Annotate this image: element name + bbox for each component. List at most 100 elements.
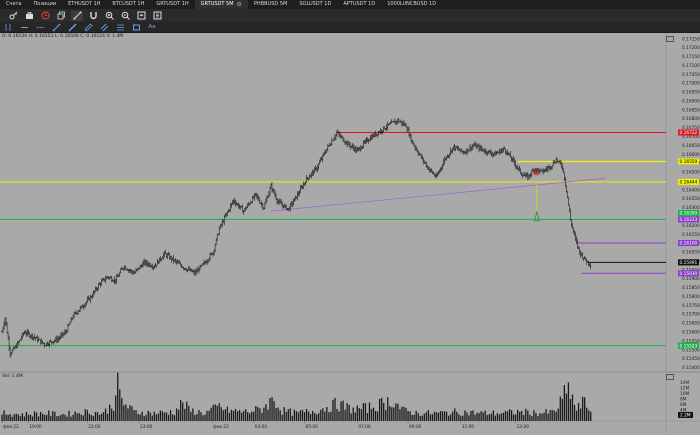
volume-bar[interactable] bbox=[84, 409, 86, 421]
volume-bar[interactable] bbox=[11, 416, 13, 421]
volume-bar[interactable] bbox=[496, 413, 499, 421]
volume-bar[interactable] bbox=[494, 415, 496, 421]
volume-bar[interactable] bbox=[519, 411, 521, 421]
volume-bar[interactable] bbox=[393, 407, 395, 421]
volume-bar[interactable] bbox=[571, 394, 574, 421]
volume-bar[interactable] bbox=[291, 415, 293, 421]
volume-bar[interactable] bbox=[275, 407, 277, 421]
volume-bar[interactable] bbox=[512, 414, 515, 421]
screenshot-button[interactable] bbox=[135, 11, 147, 21]
volume-bar[interactable] bbox=[399, 409, 401, 421]
line-tool-button[interactable] bbox=[71, 10, 83, 21]
volume-bar[interactable] bbox=[206, 410, 208, 421]
volume-bar[interactable] bbox=[498, 414, 501, 421]
volume-bar[interactable] bbox=[143, 416, 145, 421]
volume-bar[interactable] bbox=[289, 408, 291, 421]
volume-bar[interactable] bbox=[214, 404, 216, 421]
volume-bar[interactable] bbox=[64, 414, 66, 421]
volume-bar[interactable] bbox=[251, 411, 253, 421]
maximize-volume-pane-button[interactable] bbox=[666, 374, 674, 380]
volume-bar[interactable] bbox=[190, 411, 192, 421]
volume-bar[interactable] bbox=[425, 412, 427, 421]
volume-bar[interactable] bbox=[439, 411, 442, 421]
volume-bar[interactable] bbox=[139, 414, 141, 421]
volume-bar[interactable] bbox=[500, 413, 503, 421]
volume-bar[interactable] bbox=[121, 398, 123, 421]
volume-bar[interactable] bbox=[234, 408, 237, 421]
volume-bar[interactable] bbox=[525, 408, 527, 421]
volume-bar[interactable] bbox=[281, 414, 283, 421]
volume-bar[interactable] bbox=[271, 397, 273, 421]
channel-button[interactable] bbox=[98, 22, 110, 32]
volume-bar[interactable] bbox=[437, 412, 440, 421]
volume-bar[interactable] bbox=[584, 397, 586, 421]
volume-bar[interactable] bbox=[309, 413, 312, 421]
volume-bar[interactable] bbox=[423, 413, 425, 421]
volume-bar[interactable] bbox=[454, 408, 456, 421]
tab-счета[interactable]: Счета bbox=[0, 0, 28, 9]
volume-bar[interactable] bbox=[590, 411, 592, 421]
volume-bar[interactable] bbox=[133, 410, 135, 421]
volume-bar[interactable] bbox=[76, 413, 78, 421]
volume-bar[interactable] bbox=[163, 412, 166, 421]
volume-bar[interactable] bbox=[551, 409, 553, 421]
volume-bar[interactable] bbox=[48, 410, 50, 421]
volume-bar[interactable] bbox=[127, 408, 129, 421]
volume-bar[interactable] bbox=[102, 412, 105, 421]
volume-bar[interactable] bbox=[52, 411, 54, 421]
volume-bar[interactable] bbox=[346, 403, 348, 421]
volume-bar[interactable] bbox=[581, 396, 584, 421]
volume-bar[interactable] bbox=[445, 411, 448, 421]
volume-bar[interactable] bbox=[376, 411, 379, 421]
volume-bar[interactable] bbox=[78, 413, 80, 421]
volume-bar[interactable] bbox=[113, 410, 115, 421]
volume-bar[interactable] bbox=[324, 411, 326, 421]
volume-bar[interactable] bbox=[464, 410, 466, 421]
volume-bar[interactable] bbox=[115, 395, 117, 421]
volume-bar[interactable] bbox=[153, 411, 155, 421]
volume-bar[interactable] bbox=[86, 409, 88, 421]
maximize-price-pane-button[interactable] bbox=[666, 36, 674, 42]
volume-bar[interactable] bbox=[502, 412, 505, 421]
volume-bar[interactable] bbox=[273, 401, 275, 421]
volume-bar[interactable] bbox=[108, 404, 111, 421]
volume-bar[interactable] bbox=[42, 413, 44, 421]
volume-bar[interactable] bbox=[559, 396, 561, 421]
volume-bar[interactable] bbox=[569, 399, 572, 421]
volume-bar[interactable] bbox=[253, 411, 255, 421]
volume-bar[interactable] bbox=[159, 410, 162, 421]
volume-bar[interactable] bbox=[238, 410, 241, 421]
volume-bar[interactable] bbox=[46, 414, 48, 421]
volume-bar[interactable] bbox=[488, 414, 490, 421]
volume-bar[interactable] bbox=[405, 407, 407, 421]
volume-bar[interactable] bbox=[104, 408, 107, 421]
chart-canvas[interactable]: 0.17250 0.17200 0.17150 0.17100 0.17050 0.170… bbox=[0, 33, 700, 435]
volume-bar[interactable] bbox=[320, 409, 322, 421]
volume-bar[interactable] bbox=[70, 416, 72, 421]
chart-area[interactable]: 0.17250 0.17200 0.17150 0.17100 0.17050 0.170… bbox=[0, 33, 700, 435]
volume-bar[interactable] bbox=[111, 408, 113, 421]
volume-bar[interactable] bbox=[370, 409, 373, 421]
volume-bar[interactable] bbox=[397, 403, 399, 421]
volume-bar[interactable] bbox=[210, 407, 212, 421]
volume-bar[interactable] bbox=[228, 412, 231, 421]
volume-bar[interactable] bbox=[504, 410, 507, 421]
volume-bar[interactable] bbox=[368, 402, 371, 421]
pencil-button[interactable] bbox=[82, 22, 94, 32]
volume-bar[interactable] bbox=[145, 414, 147, 421]
key-button[interactable] bbox=[7, 11, 19, 21]
volume-bar[interactable] bbox=[242, 411, 245, 421]
volume-bar[interactable] bbox=[472, 410, 474, 421]
volume-bar[interactable] bbox=[450, 414, 452, 421]
volume-bar[interactable] bbox=[295, 411, 298, 421]
volume-bar[interactable] bbox=[401, 406, 403, 421]
volume-bar[interactable] bbox=[178, 409, 180, 421]
volume-bar[interactable] bbox=[387, 397, 389, 421]
volume-bar[interactable] bbox=[267, 409, 269, 421]
volume-bar[interactable] bbox=[283, 407, 285, 421]
trend-line-button[interactable] bbox=[50, 22, 62, 32]
volume-bar[interactable] bbox=[452, 411, 454, 421]
volume-bar[interactable] bbox=[478, 413, 480, 421]
volume-bar[interactable] bbox=[577, 402, 580, 421]
volume-bar[interactable] bbox=[539, 413, 541, 421]
